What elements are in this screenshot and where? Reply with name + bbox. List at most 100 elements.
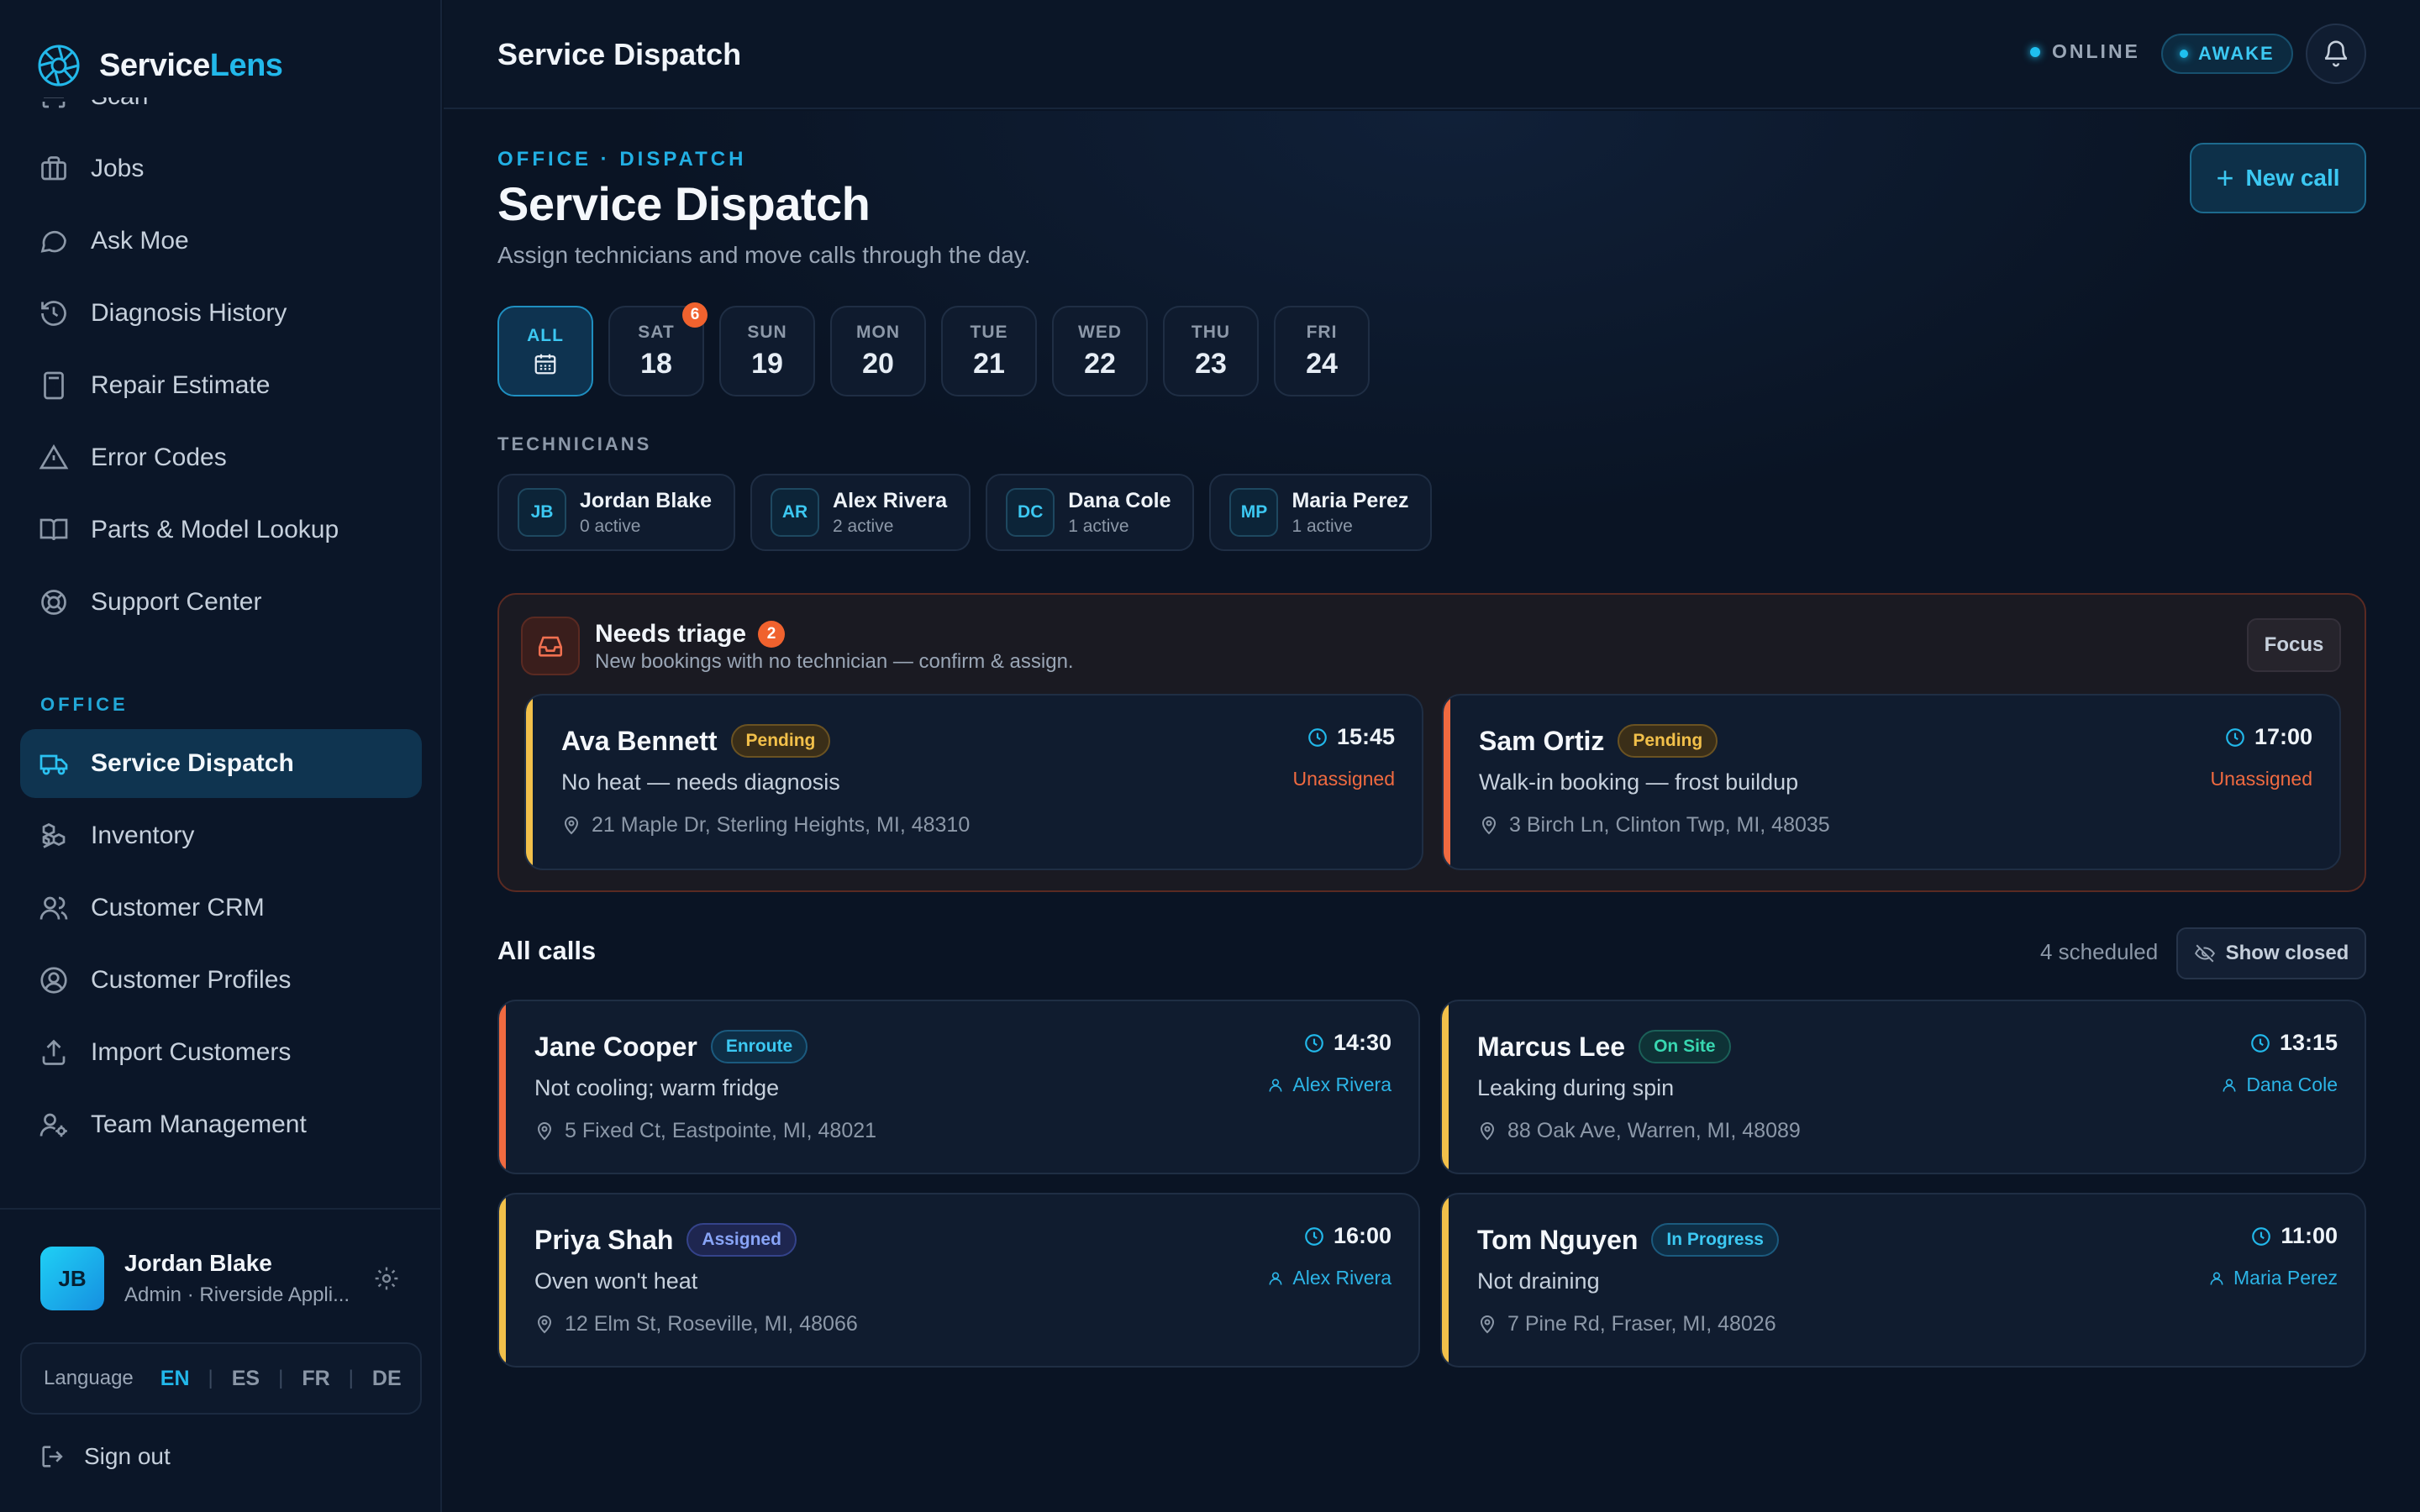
brand-name: ServiceLens	[99, 47, 283, 83]
sidebar-item-scan[interactable]: Scan	[20, 97, 422, 131]
sidebar-item-team-management[interactable]: Team Management	[20, 1090, 422, 1159]
gear-icon[interactable]	[373, 1265, 400, 1292]
language-separator: |	[278, 1367, 284, 1389]
triage-call-card[interactable]: Ava Bennett Pending No heat — needs diagn…	[524, 694, 1423, 870]
nav-section-office: OFFICE	[40, 694, 129, 715]
assignee-label[interactable]: Dana Cole	[2221, 1074, 2338, 1096]
user-gear-icon	[39, 1113, 67, 1137]
office-nav: Service Dispatch Inventory Customer CRM …	[20, 729, 422, 1163]
assignee-label[interactable]: Maria Perez	[2208, 1267, 2338, 1289]
assignee-label[interactable]: Alex Rivera	[1267, 1074, 1392, 1096]
day-chip-name: MON	[856, 322, 900, 342]
status-badge: Assigned	[687, 1223, 797, 1257]
call-address: 88 Oak Ave, Warren, MI, 48089	[1477, 1119, 1801, 1143]
language-label: Language	[44, 1367, 134, 1389]
day-chip-sat[interactable]: SAT 18 6	[608, 302, 708, 396]
scan-icon	[42, 97, 66, 108]
new-call-button[interactable]: + New call	[2190, 143, 2366, 213]
show-closed-button[interactable]: Show closed	[2176, 927, 2366, 979]
day-chip-sun[interactable]: SUN 19	[719, 306, 815, 396]
online-status: ONLINE	[2030, 40, 2140, 63]
language-option-en[interactable]: EN	[160, 1367, 190, 1391]
notifications-button[interactable]	[2306, 24, 2366, 84]
sidebar-item-diagnosis-history[interactable]: Diagnosis History	[20, 279, 422, 348]
sidebar-item-error-codes[interactable]: Error Codes	[20, 423, 422, 492]
day-chip-name: FRI	[1306, 322, 1338, 342]
user-card[interactable]: JB Jordan Blake Admin · Riverside Appli.…	[40, 1247, 410, 1310]
technician-initials: AR	[771, 488, 820, 537]
user-icon	[1269, 1079, 1282, 1092]
sidebar-item-parts-lookup[interactable]: Parts & Model Lookup	[20, 496, 422, 564]
call-card[interactable]: Jane Cooper Enroute Not cooling; warm fri…	[497, 1000, 1420, 1174]
status-badge: Pending	[730, 724, 831, 758]
day-chip-wed[interactable]: WED 22	[1052, 306, 1148, 396]
triage-panel: Needs triage 2 New bookings with no tech…	[497, 593, 2366, 892]
technician-chip[interactable]: MP Maria Perez 1 active	[1209, 474, 1433, 551]
assignee-label[interactable]: Unassigned	[2211, 768, 2312, 790]
technician-chip[interactable]: JB Jordan Blake 0 active	[497, 474, 736, 551]
call-card[interactable]: Tom Nguyen In Progress Not draining 7 Pin…	[1440, 1193, 2366, 1368]
priority-bar	[526, 696, 533, 869]
sign-out-button[interactable]: Sign out	[39, 1438, 171, 1475]
technician-chip[interactable]: AR Alex Rivera 2 active	[750, 474, 971, 551]
map-pin-icon	[1480, 1121, 1495, 1140]
technician-name: Alex Rivera	[833, 488, 948, 512]
day-chip-number: 20	[862, 347, 894, 380]
technician-initials: JB	[518, 488, 566, 537]
sidebar-item-support-center[interactable]: Support Center	[20, 568, 422, 637]
sidebar-item-repair-estimate[interactable]: Repair Estimate	[20, 351, 422, 420]
day-chip-thu[interactable]: THU 23	[1163, 306, 1259, 396]
user-icon	[1269, 1272, 1282, 1285]
sidebar-item-import-customers[interactable]: Import Customers	[20, 1018, 422, 1087]
day-chip-fri[interactable]: FRI 24	[1274, 306, 1370, 396]
clock-icon	[2252, 1226, 2271, 1246]
eye-off-icon	[2194, 944, 2215, 963]
day-chip-all[interactable]: ALL	[497, 306, 593, 396]
call-description: Not draining	[1477, 1268, 1600, 1294]
boxes-icon	[42, 822, 66, 848]
clock-icon	[1305, 1226, 1323, 1246]
call-card[interactable]: Marcus Lee On Site Leaking during spin 88…	[1440, 1000, 2366, 1174]
language-option-es[interactable]: ES	[232, 1367, 260, 1391]
language-separator: |	[208, 1367, 213, 1389]
call-description: Not cooling; warm fridge	[534, 1075, 780, 1100]
scheduled-count: 4 scheduled	[2040, 939, 2159, 964]
sidebar-item-service-dispatch[interactable]: Service Dispatch	[20, 729, 422, 798]
day-chip-tue[interactable]: TUE 21	[941, 306, 1037, 396]
status-badge: In Progress	[1651, 1223, 1779, 1257]
triage-call-card[interactable]: Sam Ortiz Pending Walk-in booking — frost…	[1442, 694, 2341, 870]
sidebar-item-customer-crm[interactable]: Customer CRM	[20, 874, 422, 942]
sidebar-item-customer-profiles[interactable]: Customer Profiles	[20, 946, 422, 1015]
customer-name: Marcus Lee On Site	[1477, 1030, 1731, 1063]
call-card[interactable]: Priya Shah Assigned Oven won't heat 12 El…	[497, 1193, 1420, 1368]
language-option-fr[interactable]: FR	[302, 1367, 329, 1391]
sidebar-item-ask-moe[interactable]: Ask Moe	[20, 207, 422, 276]
sidebar-item-label: Repair Estimate	[91, 371, 271, 399]
status-badge: On Site	[1639, 1030, 1731, 1063]
assignee-label[interactable]: Unassigned	[1293, 768, 1395, 790]
sidebar-item-inventory[interactable]: Inventory	[20, 801, 422, 870]
users-icon	[39, 896, 68, 920]
awake-badge[interactable]: AWAKE	[2161, 34, 2293, 74]
language-option-de[interactable]: DE	[372, 1367, 402, 1391]
sidebar-item-label: Inventory	[91, 822, 195, 849]
sidebar-item-label: Import Customers	[91, 1038, 292, 1066]
sidebar-item-label: Diagnosis History	[91, 299, 287, 327]
map-pin-icon	[564, 816, 579, 834]
day-chip-number: 21	[973, 347, 1005, 380]
customer-name: Ava Bennett Pending	[561, 724, 831, 758]
technician-initials: DC	[1006, 488, 1055, 537]
technician-active-count: 1 active	[1068, 516, 1129, 536]
technician-chip[interactable]: DC Dana Cole 1 active	[986, 474, 1195, 551]
day-chip-number: 24	[1306, 347, 1338, 380]
map-pin-icon	[537, 1121, 552, 1140]
technician-name: Dana Cole	[1068, 488, 1171, 512]
brand[interactable]: ServiceLens	[37, 42, 283, 89]
sidebar-item-jobs[interactable]: Jobs	[20, 134, 422, 203]
day-chip-mon[interactable]: MON 20	[830, 306, 926, 396]
status-badge: Pending	[1618, 724, 1718, 758]
online-label: ONLINE	[2052, 40, 2140, 62]
focus-button[interactable]: Focus	[2247, 618, 2341, 672]
call-time: 14:30	[1303, 1030, 1392, 1056]
assignee-label[interactable]: Alex Rivera	[1267, 1267, 1392, 1289]
